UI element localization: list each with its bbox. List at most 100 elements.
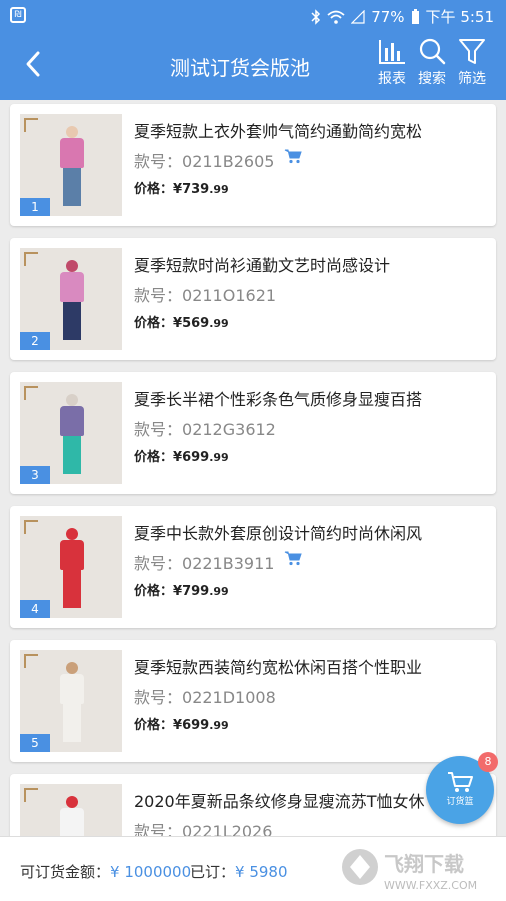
product-code: 款号：0211O1621 — [134, 282, 276, 306]
price-label: 价格： — [134, 584, 174, 599]
price-integer: 569 — [182, 316, 210, 331]
search-label: 搜索 — [418, 71, 446, 87]
product-thumbnail[interactable]: 4 — [20, 516, 122, 618]
product-card[interactable]: 5 夏季短款西装简约宽松休闲百搭个性职业 款号：0221D1008 价格：¥699.9… — [10, 640, 496, 762]
product-index-badge: 5 — [20, 734, 50, 752]
status-icons: 77% 下午 5:51 — [311, 6, 494, 27]
product-code: 款号：0211B2605 — [134, 148, 274, 172]
filter-label: 筛选 — [458, 71, 486, 87]
clock: 下午 5:51 — [425, 8, 494, 26]
product-card[interactable]: 4 夏季中长款外套原创设计简约时尚休闲风 款号：0221B3911 价格：¥799.9… — [10, 506, 496, 628]
product-card[interactable]: 6 2020年夏新品条纹修身显瘦流苏T恤女休款号：0221L2026 — [10, 774, 496, 836]
bottom-summary-bar: 可订货金额：¥ 1000000 已订：¥ 5980 飞翔下载 WWW.FXXZ.… — [0, 836, 506, 901]
product-card[interactable]: 2 夏季短款时尚衫通勤文艺时尚感设计款号：0211O1621 价格：¥569.99 — [10, 238, 496, 360]
model-figure-image — [58, 528, 86, 612]
product-code-value: 0211B2605 — [182, 152, 275, 171]
product-code-label: 款号： — [134, 688, 183, 707]
price-currency: ¥ — [173, 718, 183, 733]
product-name: 夏季短款上衣外套帅气简约通勤简约宽松 — [134, 122, 423, 141]
product-index-badge: 4 — [20, 600, 50, 618]
search-icon — [419, 38, 446, 65]
price-label: 价格： — [134, 450, 174, 465]
report-label: 报表 — [378, 71, 406, 87]
product-name: 夏季短款西装简约宽松休闲百搭个性职业 — [134, 658, 423, 677]
signal-icon — [351, 9, 365, 24]
price-currency: ¥ — [173, 450, 183, 465]
product-card[interactable]: 1 夏季短款上衣外套帅气简约通勤简约宽松款号：0211B2605 价格：¥739.9… — [10, 104, 496, 226]
product-price: 价格：¥569.99 — [134, 312, 229, 331]
product-code: 款号：0221L2026 — [134, 818, 272, 836]
bluetooth-icon — [311, 8, 321, 25]
product-list[interactable]: 1 夏季短款上衣外套帅气简约通勤简约宽松 款号：0211B2605 价格：¥739.9… — [0, 100, 506, 836]
product-code-value: 0221B3911 — [182, 554, 275, 573]
budget-summary: 可订货金额：¥ 1000000 — [20, 861, 191, 882]
budget-label: 可订货金额： — [20, 863, 111, 881]
brand-logo-icon — [24, 386, 38, 400]
filter-icon — [459, 39, 485, 64]
search-button[interactable]: 搜索 — [410, 38, 454, 88]
product-code: 款号：0212G3612 — [134, 416, 276, 440]
price-integer: 699 — [182, 450, 210, 465]
brand-logo-icon — [24, 520, 38, 534]
back-icon[interactable] — [20, 48, 48, 80]
product-index-badge: 2 — [20, 332, 50, 350]
price-integer: 799 — [182, 584, 210, 599]
cart-fab-button[interactable]: 订货篮 8 — [426, 752, 498, 824]
in-cart-icon — [284, 149, 302, 164]
model-head — [66, 528, 78, 540]
model-bottom — [63, 168, 81, 206]
product-thumbnail[interactable]: 3 — [20, 382, 122, 484]
notification-icon: ₪ — [10, 7, 26, 23]
price-label: 价格： — [134, 182, 174, 197]
watermark-logo: 飞翔下载 WWW.FXXZ.COM — [342, 849, 477, 892]
product-code-value: 0211O1621 — [182, 286, 277, 305]
product-code-label: 款号： — [134, 420, 183, 439]
cart-count-badge: 8 — [478, 752, 498, 772]
product-price: 价格：¥699.99 — [134, 714, 229, 733]
product-index-badge: 3 — [20, 466, 50, 484]
price-label: 价格： — [134, 316, 174, 331]
brand-logo-icon — [24, 788, 38, 802]
product-card[interactable]: 3 夏季长半裙个性彩条色气质修身显瘦百搭 款号：0212G3612 价格：¥699.9… — [10, 372, 496, 494]
product-price: 价格：¥739.99 — [134, 178, 229, 197]
model-top — [60, 272, 84, 302]
model-figure-image — [58, 662, 86, 746]
model-figure-image — [58, 394, 86, 478]
battery-icon — [411, 8, 419, 24]
price-decimal: .99 — [209, 719, 229, 732]
cart-fab-label: 订货篮 — [446, 797, 474, 807]
product-code-value: 0221L2026 — [182, 822, 273, 836]
product-price: 价格：¥699.99 — [134, 446, 229, 465]
brand-logo-icon — [24, 252, 38, 266]
product-code-label: 款号： — [134, 554, 183, 573]
model-bottom — [63, 704, 81, 742]
model-top — [60, 674, 84, 704]
product-name: 夏季短款时尚衫通勤文艺时尚感设计 — [134, 256, 391, 275]
price-currency: ¥ — [173, 182, 183, 197]
report-button[interactable]: 报表 — [370, 38, 414, 88]
model-figure-image — [58, 260, 86, 344]
model-top — [60, 138, 84, 168]
price-integer: 739 — [182, 182, 210, 197]
product-thumbnail[interactable]: 2 — [20, 248, 122, 350]
model-figure-image — [58, 126, 86, 210]
app-header: 测试订货会版池 报表 搜索 筛选 — [0, 32, 506, 100]
model-head — [66, 126, 78, 138]
filter-button[interactable]: 筛选 — [450, 38, 494, 88]
bar-chart-icon — [379, 40, 405, 64]
page-title: 测试订货会版池 — [170, 56, 310, 80]
product-thumbnail[interactable]: 1 — [20, 114, 122, 216]
product-code-value: 0212G3612 — [182, 420, 276, 439]
status-bar: ₪ 77% 下午 5:51 — [0, 0, 506, 32]
watermark-url: WWW.FXXZ.COM — [384, 879, 477, 892]
model-top — [60, 540, 84, 570]
product-thumbnail[interactable]: 6 — [20, 784, 122, 836]
battery-percent: 77% — [371, 7, 405, 26]
price-label: 价格： — [134, 718, 174, 733]
price-decimal: .99 — [209, 183, 229, 196]
product-thumbnail[interactable]: 5 — [20, 650, 122, 752]
price-currency: ¥ — [173, 316, 183, 331]
model-head — [66, 796, 78, 808]
product-name: 夏季中长款外套原创设计简约时尚休闲风 — [134, 524, 423, 543]
cart-icon — [448, 772, 473, 792]
